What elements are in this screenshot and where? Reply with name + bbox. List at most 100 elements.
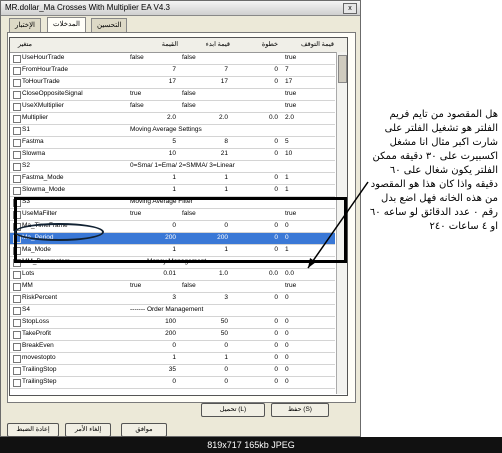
row-checkbox[interactable]	[13, 331, 21, 339]
table-row[interactable]: UseHourTrade false false true	[10, 53, 335, 65]
param-step[interactable]: 0	[232, 78, 278, 85]
table-row[interactable]: TrailingStop 35 0 0 0	[10, 365, 335, 377]
param-stop[interactable]: true	[285, 102, 331, 109]
param-step[interactable]: 0	[232, 186, 278, 193]
row-checkbox[interactable]	[13, 151, 21, 159]
row-checkbox[interactable]	[13, 187, 21, 195]
param-start[interactable]: false	[182, 54, 228, 61]
tab-optimization[interactable]: التحسين	[91, 18, 128, 32]
table-row[interactable]: TrailingStep 0 0 0 0	[10, 377, 335, 389]
param-value[interactable]: 5	[130, 138, 176, 145]
row-checkbox[interactable]	[13, 319, 21, 327]
param-value[interactable]: 0	[130, 378, 176, 385]
param-value[interactable]: 200	[130, 330, 176, 337]
scrollbar-thumb[interactable]	[338, 55, 347, 83]
param-stop[interactable]: true	[285, 282, 331, 289]
row-checkbox[interactable]	[13, 127, 21, 135]
param-stop[interactable]: 5	[285, 138, 331, 145]
table-row[interactable]: MM true false true	[10, 281, 335, 293]
table-row[interactable]: S1 Moving Average Settings	[10, 125, 335, 137]
param-value[interactable]: 3	[130, 294, 176, 301]
param-stop[interactable]: 2.0	[285, 114, 331, 121]
row-checkbox[interactable]	[13, 271, 21, 279]
table-row[interactable]: BreakEven 0 0 0 0	[10, 341, 335, 353]
table-row[interactable]: Multiplier 2.0 2.0 0.0 2.0	[10, 113, 335, 125]
param-start[interactable]: 50	[182, 318, 228, 325]
param-start[interactable]: 21	[182, 150, 228, 157]
row-checkbox[interactable]	[13, 379, 21, 387]
param-value[interactable]: 7	[130, 66, 176, 73]
param-step[interactable]: 0	[232, 150, 278, 157]
table-row[interactable]: Fastma 5 8 0 5	[10, 137, 335, 149]
param-start[interactable]: false	[182, 282, 228, 289]
tab-inputs[interactable]: المدخلات	[47, 17, 86, 33]
param-start[interactable]: 2.0	[182, 114, 228, 121]
param-value[interactable]: true	[130, 282, 180, 289]
row-checkbox[interactable]	[13, 163, 21, 171]
param-start[interactable]: 50	[182, 330, 228, 337]
param-start[interactable]: 8	[182, 138, 228, 145]
table-row[interactable]: Fastma_Mode 1 1 0 1	[10, 173, 335, 185]
param-step[interactable]: 0	[232, 330, 278, 337]
row-checkbox[interactable]	[13, 79, 21, 87]
param-step[interactable]: 0	[232, 66, 278, 73]
param-start[interactable]: false	[182, 102, 228, 109]
table-row[interactable]: RiskPercent 3 3 0 0	[10, 293, 335, 305]
param-stop[interactable]: 17	[285, 78, 331, 85]
row-checkbox[interactable]	[13, 91, 21, 99]
row-checkbox[interactable]	[13, 103, 21, 111]
param-start[interactable]: 0	[182, 366, 228, 373]
param-start[interactable]: 0	[182, 342, 228, 349]
row-checkbox[interactable]	[13, 355, 21, 363]
table-row[interactable]: StopLoss 100 50 0 0	[10, 317, 335, 329]
param-start[interactable]: 1	[182, 354, 228, 361]
param-stop[interactable]: true	[285, 90, 331, 97]
row-checkbox[interactable]	[13, 175, 21, 183]
save-button[interactable]: حفظ (S)	[271, 403, 329, 417]
title-bar[interactable]: MR.dollar_Ma Crosses With Multiplier EA …	[1, 1, 360, 16]
param-value[interactable]: 1	[130, 174, 176, 181]
param-value[interactable]: 0.01	[130, 270, 176, 277]
param-step[interactable]: 0	[232, 294, 278, 301]
param-step[interactable]: 0	[232, 318, 278, 325]
param-step[interactable]: 0	[232, 378, 278, 385]
table-row[interactable]: Slowma_Mode 1 1 0 1	[10, 185, 335, 197]
table-row[interactable]: TakeProfit 200 50 0 0	[10, 329, 335, 341]
param-value[interactable]: 0	[130, 342, 176, 349]
load-button[interactable]: تحميل (L)	[201, 403, 265, 417]
section-label[interactable]: 0=Sma/ 1=Ema/ 2=SMMA/ 3=Linear	[130, 162, 235, 169]
section-label[interactable]: ------- Order Management	[130, 306, 203, 313]
param-stop[interactable]: 0	[285, 342, 331, 349]
row-checkbox[interactable]	[13, 139, 21, 147]
cancel-button[interactable]: إلغاء الأمر	[65, 423, 111, 437]
table-row[interactable]: CloseOppositeSignal true false true	[10, 89, 335, 101]
param-stop[interactable]: true	[285, 54, 331, 61]
tab-testing[interactable]: الإختبار	[9, 18, 42, 32]
param-step[interactable]: 0	[232, 342, 278, 349]
param-start[interactable]: 7	[182, 66, 228, 73]
row-checkbox[interactable]	[13, 115, 21, 123]
param-stop[interactable]: 10	[285, 150, 331, 157]
param-start[interactable]: 3	[182, 294, 228, 301]
param-start[interactable]: 1	[182, 174, 228, 181]
table-row[interactable]: FromHourTrade 7 7 0 7	[10, 65, 335, 77]
ok-button[interactable]: موافق	[121, 423, 167, 437]
param-step[interactable]: 0	[232, 174, 278, 181]
param-value[interactable]: 2.0	[130, 114, 176, 121]
table-row[interactable]: ToHourTrade 17 17 0 17	[10, 77, 335, 89]
param-value[interactable]: true	[130, 90, 180, 97]
param-stop[interactable]: 0	[285, 330, 331, 337]
table-row[interactable]: S4 ------- Order Management	[10, 305, 335, 317]
param-step[interactable]: 0	[232, 354, 278, 361]
param-start[interactable]: false	[182, 90, 228, 97]
reset-button[interactable]: إعادة الضبط	[7, 423, 59, 437]
param-stop[interactable]: 0	[285, 366, 331, 373]
row-checkbox[interactable]	[13, 283, 21, 291]
param-start[interactable]: 1.0	[182, 270, 228, 277]
row-checkbox[interactable]	[13, 343, 21, 351]
param-stop[interactable]: 7	[285, 66, 331, 73]
param-start[interactable]: 1	[182, 186, 228, 193]
param-step[interactable]: 0	[232, 138, 278, 145]
param-value[interactable]: false	[130, 102, 180, 109]
param-start[interactable]: 17	[182, 78, 228, 85]
